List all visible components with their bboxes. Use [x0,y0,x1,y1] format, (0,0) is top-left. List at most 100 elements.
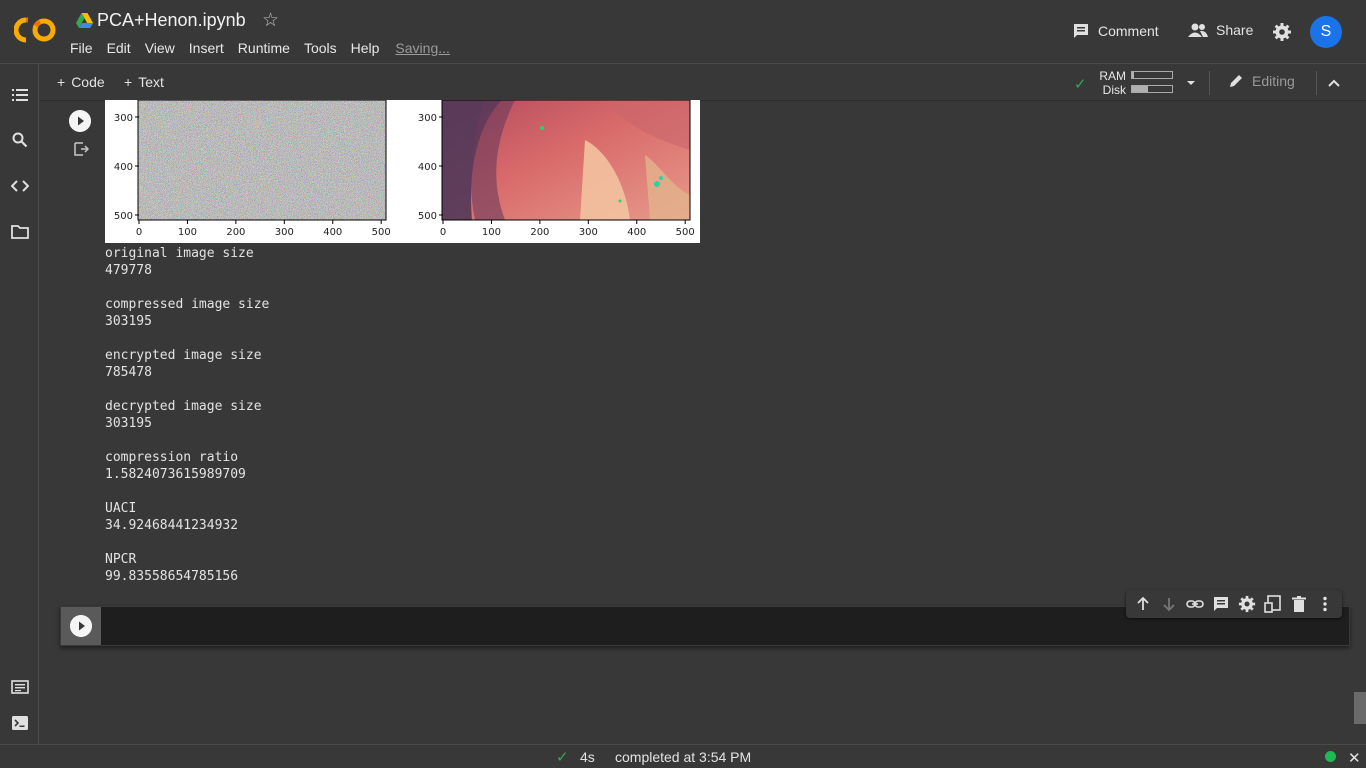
plus-icon: + [124,74,133,90]
drive-icon[interactable] [76,12,93,28]
pencil-icon [1230,75,1242,87]
run-cell-button[interactable] [69,110,91,132]
x-tick-label: 400 [323,227,342,238]
search-icon[interactable] [11,131,29,149]
plot-output: 300 400 500 0 100 200 300 400 500 300 400 500 0 10… [105,100,700,243]
output-group: encrypted image size 785478 [105,347,269,381]
check-icon: ✓ [556,749,569,766]
ram-label: RAM [1099,69,1126,83]
comment-icon[interactable] [1212,595,1230,613]
share-button[interactable]: Share [1188,22,1253,38]
menu-runtime[interactable]: Runtime [238,40,290,56]
folder-icon[interactable] [11,223,29,241]
left-x-axis: 0 100 200 300 400 500 [136,220,391,238]
x-tick-label: 200 [530,227,549,238]
add-text-label: Text [138,74,164,90]
comment-icon [1074,24,1088,38]
y-tick-label: 300 [418,113,437,124]
editing-label: Editing [1252,73,1295,89]
avatar[interactable]: S [1310,16,1342,48]
gear-icon[interactable] [1272,22,1292,42]
output-label: compressed image size [105,297,270,312]
toc-icon[interactable] [11,86,29,104]
share-label: Share [1216,22,1254,38]
menu-edit[interactable]: Edit [107,40,131,56]
output-value: 34.92468441234932 [105,518,239,533]
plus-icon: + [57,74,66,90]
code-snippets-icon[interactable] [11,177,29,195]
output-group: compression ratio 1.5824073615989709 [105,449,269,483]
share-icon [1188,23,1208,37]
comment-button[interactable]: Comment [1072,22,1159,40]
x-tick-label: 0 [440,227,446,238]
run-cell-button[interactable] [70,615,92,637]
add-code-button[interactable]: + Code [57,74,105,90]
menu-help[interactable]: Help [351,40,380,56]
x-tick-label: 0 [136,227,142,238]
colab-logo-icon[interactable] [14,14,58,46]
y-tick-label: 500 [418,211,437,222]
connection-status-dot [1325,751,1336,762]
check-icon: ✓ [1074,76,1087,93]
link-icon[interactable] [1186,595,1204,613]
y-tick-label: 400 [114,162,133,173]
chevron-up-icon[interactable] [1326,75,1342,91]
disk-bar [1131,85,1173,93]
left-y-axis: 300 400 500 [114,113,139,222]
output-label: compression ratio [105,450,239,465]
menu-view[interactable]: View [145,40,175,56]
execution-status[interactable]: completed at 3:54 PM [615,749,751,765]
scrollbar-thumb[interactable] [1354,692,1366,724]
caret-down-icon[interactable] [1186,79,1196,87]
left-sidebar [0,64,39,744]
y-tick-label: 500 [114,211,133,222]
cell-output-text: original image size 479778 compressed imag… [105,245,269,602]
encrypted-image [138,100,386,220]
x-tick-label: 100 [178,227,197,238]
y-tick-label: 300 [114,113,133,124]
execution-duration: 4s [580,749,595,765]
arrow-up-icon[interactable] [1134,595,1152,613]
command-palette-icon[interactable] [11,678,29,696]
y-tick-label: 400 [418,162,437,173]
star-icon[interactable]: ☆ [262,9,279,32]
terminal-icon[interactable] [11,714,29,732]
right-x-axis: 0 100 200 300 400 500 [440,220,695,238]
notebook-toolbar: + Code + Text ✓ RAM Disk Editing [40,65,1366,101]
output-value: 785478 [105,365,152,380]
x-tick-label: 300 [275,227,294,238]
x-tick-label: 200 [226,227,245,238]
output-menu-icon[interactable] [73,141,89,157]
settings-icon[interactable] [1238,595,1256,613]
output-label: UACI [105,501,137,516]
toolbar-divider [1316,71,1317,95]
resources-indicator[interactable]: ✓ RAM Disk [1074,69,1194,97]
output-value: 479778 [105,263,152,278]
output-label: original image size [105,246,254,261]
toolbar-divider [1209,71,1210,95]
output-value: 303195 [105,314,152,329]
x-tick-label: 100 [482,227,501,238]
output-label: NPCR [105,552,137,567]
menu-tools[interactable]: Tools [304,40,337,56]
output-label: decrypted image size [105,399,262,414]
editing-mode-button[interactable]: Editing [1228,73,1295,89]
add-text-button[interactable]: + Text [124,74,164,90]
trash-icon[interactable] [1290,595,1308,613]
x-tick-label: 500 [372,227,391,238]
close-icon[interactable]: ✕ [1348,749,1361,767]
output-group: UACI 34.92468441234932 [105,500,269,534]
saving-status[interactable]: Saving... [395,40,449,56]
menu-insert[interactable]: Insert [189,40,224,56]
menu-file[interactable]: File [70,40,93,56]
output-group: NPCR 99.83558654785156 [105,551,269,585]
notebook-title[interactable]: PCA+Henon.ipynb [97,10,246,31]
mirror-cell-icon[interactable] [1264,595,1282,613]
x-tick-label: 300 [579,227,598,238]
output-value: 303195 [105,416,152,431]
decrypted-image-plot [441,100,691,221]
more-vert-icon[interactable] [1316,595,1334,613]
header-bar: PCA+Henon.ipynb ☆ File Edit View Insert … [0,0,1366,64]
comment-label: Comment [1098,23,1159,39]
arrow-down-icon[interactable] [1160,595,1178,613]
